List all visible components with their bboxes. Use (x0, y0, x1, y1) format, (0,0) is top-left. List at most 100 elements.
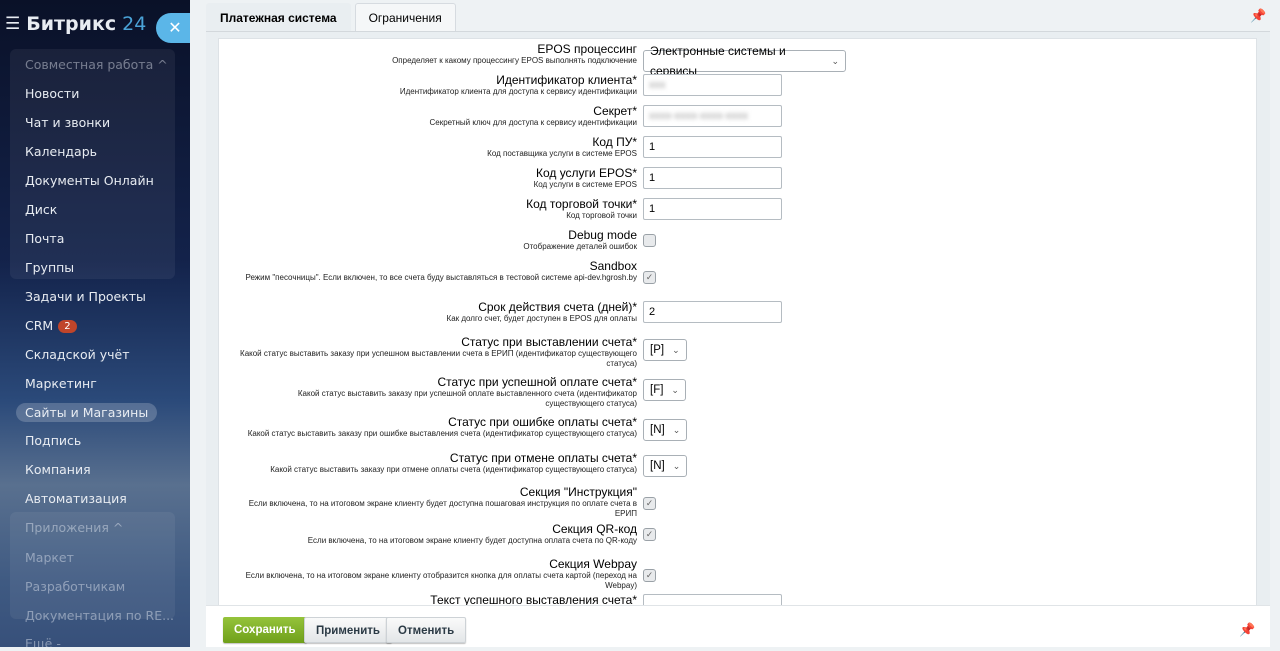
field-description: Код торговой точки (566, 211, 637, 220)
masked-input[interactable]: xxx (643, 74, 782, 96)
pin-icon[interactable]: 📌 (1250, 8, 1266, 24)
checkbox[interactable]: ✓ (643, 569, 656, 582)
sidebar-item-label: Маркет (25, 550, 74, 565)
sidebar-item[interactable]: Складской учёт (25, 347, 130, 362)
field-title: Секция QR-код (552, 522, 637, 536)
select-value: [N] (650, 460, 665, 472)
sidebar-item[interactable]: Компания (25, 462, 91, 477)
checkbox[interactable]: ✓ (643, 497, 656, 510)
field-title: Код услуги EPOS* (535, 166, 637, 180)
epos-processing-select[interactable]: Электронные системы и сервисы ⌄ (643, 44, 846, 78)
sidebar-item[interactable]: Новости (25, 86, 79, 101)
check-icon: ✓ (645, 570, 654, 580)
sidebar-item-label: Группы (25, 260, 75, 275)
field-description: Как долго счет, будет доступен в EPOS дл… (446, 314, 637, 323)
close-slider-button[interactable]: ✕ (156, 13, 190, 43)
sidebar-item-label: Автоматизация (25, 491, 127, 506)
sidebar-item[interactable]: Группы (25, 260, 74, 275)
tab[interactable]: Ограничения (354, 3, 456, 31)
form-footer: Сохранить Применить Отменить 📌 (206, 605, 1270, 647)
field-title: Код ПУ* (592, 135, 637, 149)
select-value: [F] (650, 384, 664, 396)
sidebar-item[interactable]: Почта (25, 231, 64, 246)
chevron-down-icon: ⌄ (672, 461, 681, 471)
sidebar-item[interactable]: Ещё - (25, 636, 61, 651)
field-label: Секция Webpay Если включена, то на итогов… (237, 557, 637, 591)
sidebar-item-label: Диск (25, 202, 58, 217)
field-description: Секретный ключ для доступа к сервису иде… (429, 118, 637, 127)
field-description: Если включена, то на итоговом экране кли… (307, 536, 637, 545)
text-input[interactable]: 1 (643, 167, 782, 189)
check-icon: ✓ (645, 498, 654, 508)
status-select[interactable]: [P] ⌄ (643, 339, 687, 361)
sidebar-item-label: Разработчикам (25, 579, 126, 594)
text-input[interactable]: 1 (643, 198, 782, 220)
payment-system-form: EPOS процессинг Определяет к какому проце… (218, 38, 1257, 606)
chevron-down-icon: ⌄ (831, 56, 839, 66)
status-select[interactable]: [N] ⌄ (643, 455, 688, 477)
apply-button[interactable]: Применить (304, 617, 392, 643)
field-label: Код торговой точки* Код торговой точки (237, 197, 637, 221)
sidebar-item[interactable]: Маркетинг (25, 376, 97, 391)
field-description: Если включена, то на итоговом экране кли… (248, 499, 637, 518)
status-select[interactable]: [F] ⌄ (643, 379, 686, 401)
field-label: Идентификатор клиента* Идентификатор клие… (237, 73, 637, 97)
tab[interactable]: Платежная система (206, 3, 351, 31)
field-label: Срок действия счета (дней)* Как долго сче… (237, 300, 637, 324)
menu-icon[interactable]: ☰ (5, 14, 20, 34)
field-title: Секция "Инструкция" (519, 485, 637, 499)
field-title: Идентификатор клиента* (496, 73, 637, 87)
sidebar-item[interactable]: Чат и звонки (25, 115, 110, 130)
field-label: Секция QR-код Если включена, то на итогов… (237, 522, 637, 546)
text-input[interactable]: 2 (643, 301, 782, 323)
sidebar-item[interactable]: CRM 2 (25, 318, 77, 333)
field-title: Секрет* (593, 104, 637, 118)
masked-input[interactable]: xxxx-xxxx-xxxx-xxxx (643, 105, 782, 127)
field-label: Секрет* Секретный ключ для доступа к серв… (237, 104, 637, 128)
sidebar-item-label: Приложения ^ (25, 520, 124, 535)
sidebar-item[interactable]: Приложения ^ (25, 520, 123, 535)
status-select[interactable]: [N] ⌄ (643, 419, 688, 441)
sidebar-item-label: Задачи и Проекты (25, 289, 146, 304)
logo[interactable]: ☰ Битрикс 24 (5, 13, 146, 35)
field-description: Идентификатор клиента для доступа к серв… (399, 87, 637, 96)
field-label: Код ПУ* Код поставщика услуги в системе E… (237, 135, 637, 159)
sidebar-item[interactable]: Документация по RE... (25, 608, 174, 623)
checkbox[interactable]: ✓ (643, 528, 656, 541)
sidebar-item[interactable]: Разработчикам (25, 579, 125, 594)
sidebar-item[interactable]: Совместная работа ^ (25, 57, 168, 72)
field-description: Режим "песочницы". Если включен, то все … (245, 273, 637, 282)
sidebar-item-label: Складской учёт (25, 347, 130, 362)
tab-bar: Платежная система Ограничения (206, 3, 456, 31)
cancel-button[interactable]: Отменить (386, 617, 467, 643)
settings-panel: EPOS процессинг Определяет к какому проце… (206, 31, 1270, 606)
logo-number: 24 (122, 13, 147, 35)
sidebar-item[interactable]: Задачи и Проекты (25, 289, 146, 304)
sidebar-item[interactable]: Сайты и Магазины (16, 403, 158, 422)
field-label: Статус при ошибке оплаты счета* Какой ста… (237, 415, 637, 439)
masked-value: xxx (649, 79, 666, 91)
checkbox[interactable] (643, 234, 656, 247)
sidebar: ☰ Битрикс 24 ✕ Совместная работа ^ Новост… (0, 0, 190, 651)
sidebar-item-label: Календарь (25, 144, 97, 159)
sidebar-item[interactable]: Диск (25, 202, 57, 217)
pin-footer-icon[interactable]: 📌 (1239, 622, 1255, 638)
close-icon: ✕ (168, 18, 182, 37)
field-description: Если включена, то на итоговом экране кли… (245, 571, 637, 590)
save-button[interactable]: Сохранить (223, 617, 307, 643)
sidebar-item[interactable]: Подпись (25, 433, 81, 448)
check-icon: ✓ (645, 529, 654, 539)
chevron-down-icon: ⌄ (671, 385, 679, 395)
field-label: Debug mode Отображение деталей ошибок (237, 228, 637, 252)
sidebar-item-label: Подпись (25, 433, 82, 448)
sidebar-item[interactable]: Документы Онлайн (25, 173, 154, 188)
sidebar-item[interactable]: Маркет (25, 550, 74, 565)
field-title: Срок действия счета (дней)* (478, 300, 637, 314)
checkbox[interactable]: ✓ (643, 271, 656, 284)
sidebar-item[interactable]: Календарь (25, 144, 97, 159)
field-label: Статус при выставлении счета* Какой стату… (237, 335, 637, 369)
sidebar-item[interactable]: Автоматизация (25, 491, 127, 506)
sidebar-item-label: Чат и звонки (25, 115, 111, 130)
field-title: Статус при отмене оплаты счета* (449, 451, 637, 465)
text-input[interactable]: 1 (643, 136, 782, 158)
